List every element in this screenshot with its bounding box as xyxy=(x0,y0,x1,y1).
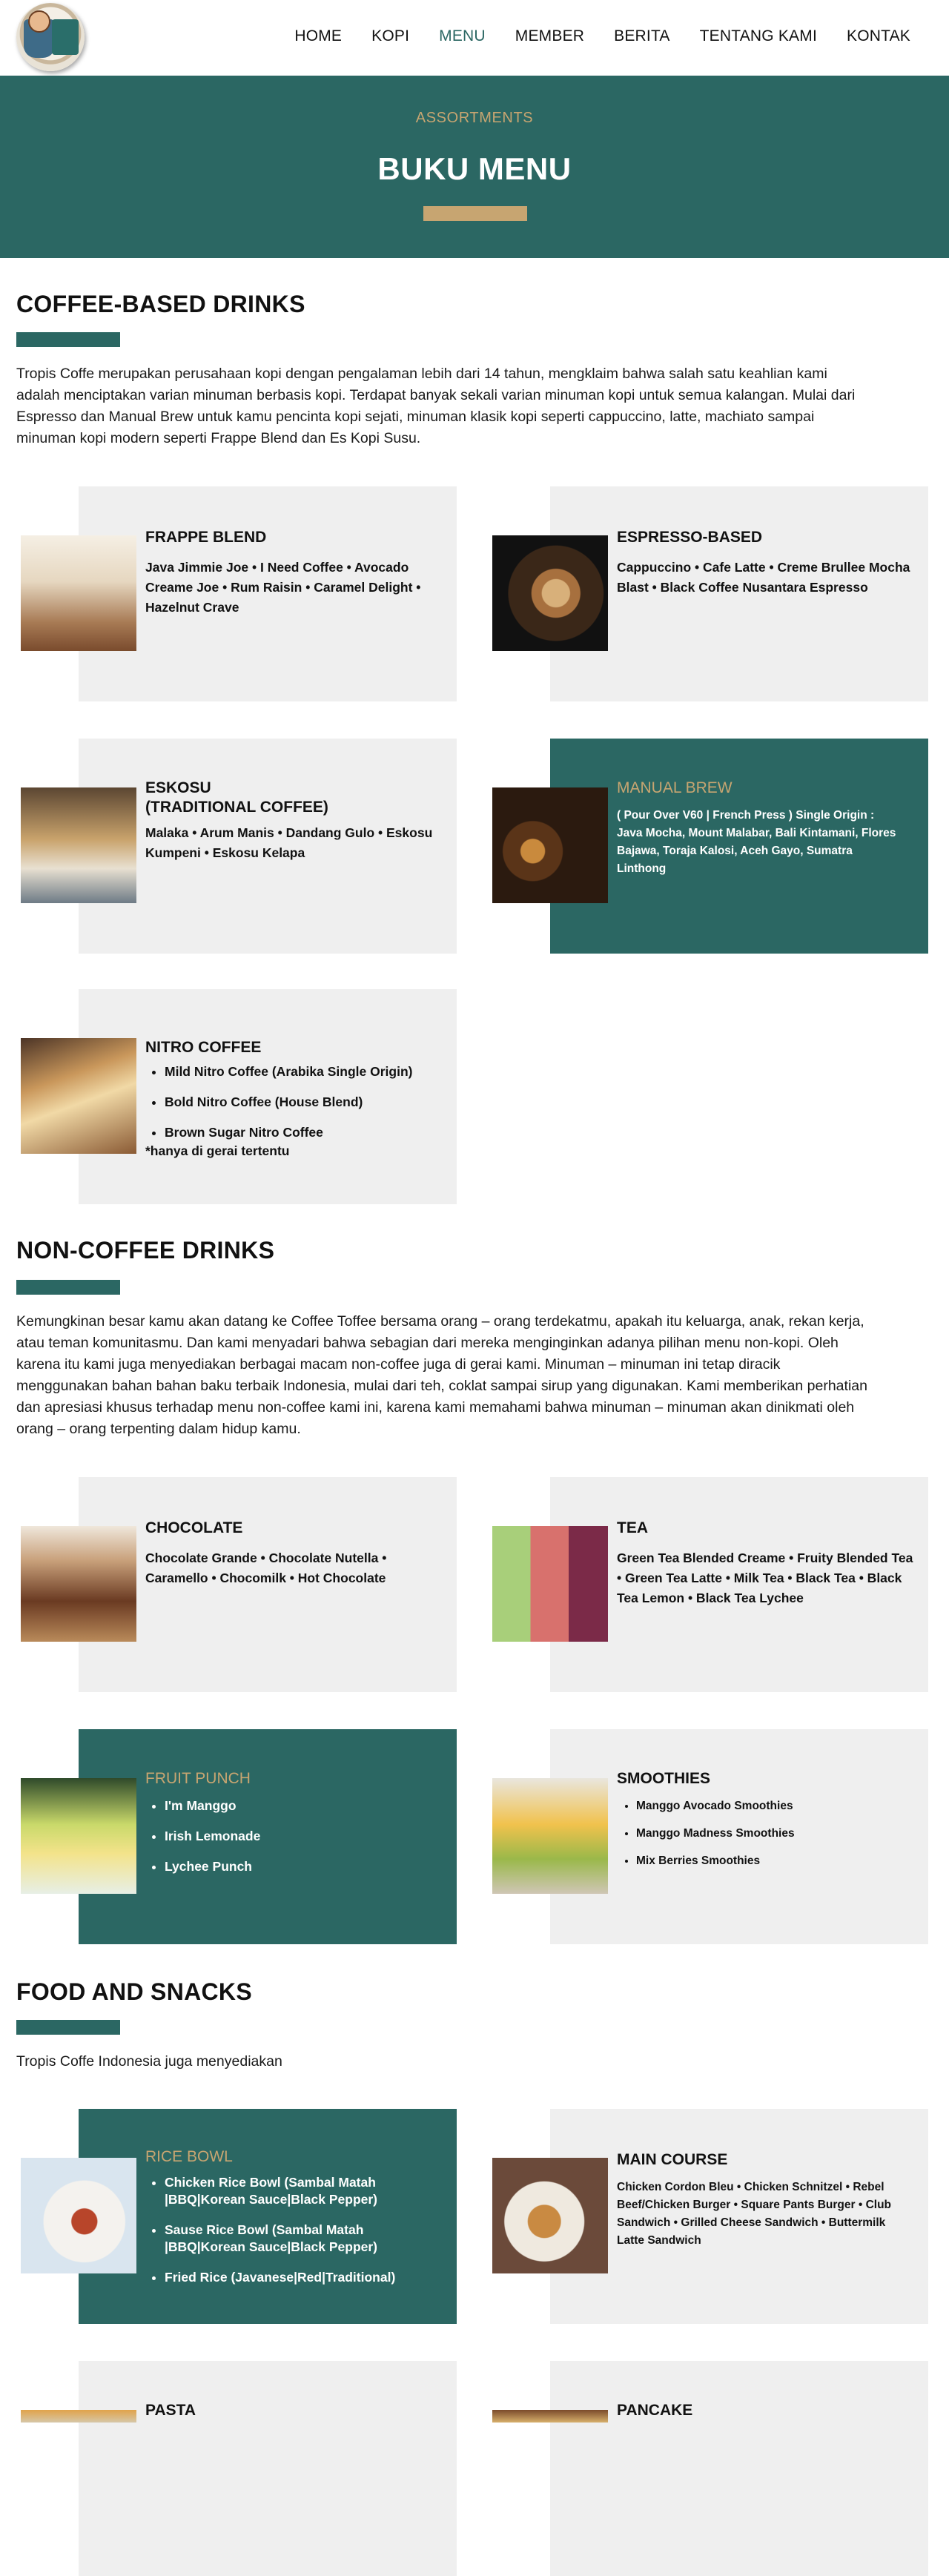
nav-home[interactable]: HOME xyxy=(294,27,342,45)
noncoffee-section-title: NON-COFFEE DRINKS xyxy=(16,1237,275,1264)
card-manual-body: ( Pour Over V60 | French Press ) Single … xyxy=(617,809,896,875)
nav-berita[interactable]: BERITA xyxy=(614,27,670,45)
rice-list: Chicken Rice Bowl (Sambal Matah |BBQ|Kor… xyxy=(145,2174,434,2286)
nav-member[interactable]: MEMBER xyxy=(515,27,584,45)
logo-badge xyxy=(52,19,79,55)
card-punch-title: FRUIT PUNCH xyxy=(145,1770,251,1787)
card-frappe-title: FRAPPE BLEND xyxy=(145,529,267,546)
smoothies-item: Mix Berries Smoothies xyxy=(636,1852,913,1869)
nitro-note: *hanya di gerai tertentu xyxy=(145,1143,290,1158)
smoothies-item: Manggo Avocado Smoothies xyxy=(636,1797,913,1814)
punch-item: Irish Lemonade xyxy=(165,1828,427,1845)
rice-item: Sause Rice Bowl (Sambal Matah |BBQ|Korea… xyxy=(165,2222,434,2256)
card-eskosu-body: Malaka • Arum Manis • Dandang Gulo • Esk… xyxy=(145,825,433,860)
card-pasta-title: PASTA xyxy=(145,2402,196,2419)
pasta-image xyxy=(21,2410,136,2423)
food-section-rule xyxy=(16,2020,120,2035)
card-eskosu-title: ESKOSU (TRADITIONAL COFFEE) xyxy=(145,779,328,817)
frappe-blend-image xyxy=(21,535,136,651)
nav-kopi[interactable]: KOPI xyxy=(371,27,409,45)
card-pancake-title: PANCAKE xyxy=(617,2402,693,2419)
punch-item: Lychee Punch xyxy=(165,1858,427,1875)
nitro-item: Bold Nitro Coffee (House Blend) xyxy=(165,1094,457,1111)
card-espresso-body: Cappuccino • Cafe Latte • Creme Brullee … xyxy=(617,560,910,595)
noncoffee-section-rule xyxy=(16,1280,120,1295)
coffee-section-rule xyxy=(16,332,120,347)
espresso-image xyxy=(492,535,608,651)
card-smoothies-body: Manggo Avocado Smoothies Manggo Madness … xyxy=(617,1797,913,1880)
page-title: BUKU MENU xyxy=(377,151,572,186)
card-chocolate-title: CHOCOLATE xyxy=(145,1519,243,1536)
punch-item: I'm Manggo xyxy=(165,1797,427,1814)
nav-kontak[interactable]: KONTAK xyxy=(847,27,910,45)
card-main-title: MAIN COURSE xyxy=(617,2151,728,2168)
coffee-section-title: COFFEE-BASED DRINKS xyxy=(16,291,305,317)
smoothies-list: Manggo Avocado Smoothies Manggo Madness … xyxy=(617,1797,913,1869)
card-chocolate-body: Chocolate Grande • Chocolate Nutella • C… xyxy=(145,1550,387,1585)
page: HOME KOPI MENU MEMBER BERITA TENTANG KAM… xyxy=(0,0,949,2576)
smoothies-item: Manggo Madness Smoothies xyxy=(636,1825,913,1842)
nitro-item: Brown Sugar Nitro Coffee xyxy=(165,1124,457,1141)
smoothies-image xyxy=(492,1778,608,1894)
card-espresso-title: ESPRESSO-BASED xyxy=(617,529,763,546)
noncoffee-section-intro: Kemungkinan besar kamu akan datang ke Co… xyxy=(16,1313,867,1437)
logo-mascot-face xyxy=(28,10,50,33)
rice-bowl-image xyxy=(21,2158,136,2273)
main-nav: HOME KOPI MENU MEMBER BERITA TENTANG KAM… xyxy=(265,27,910,45)
card-punch-body: I'm Manggo Irish Lemonade Lychee Punch xyxy=(145,1797,427,1889)
hero-banner: ASSORTMENTS BUKU MENU xyxy=(0,76,949,258)
card-main-body: Chicken Cordon Bleu • Chicken Schnitzel … xyxy=(617,2181,892,2247)
coffee-section-intro: Tropis Coffe merupakan perusahaan kopi d… xyxy=(16,366,856,446)
site-header: HOME KOPI MENU MEMBER BERITA TENTANG KAM… xyxy=(0,0,949,76)
food-section-intro: Tropis Coffe Indonesia juga menyediakan xyxy=(16,2053,282,2070)
pancake-image xyxy=(492,2410,608,2423)
nav-menu[interactable]: MENU xyxy=(439,27,486,45)
card-rice-title: RICE BOWL xyxy=(145,2148,233,2165)
card-smoothies-title: SMOOTHIES xyxy=(617,1770,711,1787)
card-pancake xyxy=(550,2361,928,2576)
card-manual-title: MANUAL BREW xyxy=(617,779,733,796)
hero-accent-bar xyxy=(423,206,527,221)
card-nitro-body: Mild Nitro Coffee (Arabika Single Origin… xyxy=(145,1063,457,1161)
nitro-list: Mild Nitro Coffee (Arabika Single Origin… xyxy=(145,1063,457,1141)
hero-eyebrow: ASSORTMENTS xyxy=(415,110,534,126)
rice-item: Fried Rice (Javanese|Red|Traditional) xyxy=(165,2269,434,2286)
card-nitro-title: NITRO COFFEE xyxy=(145,1039,262,1056)
card-tea-title: TEA xyxy=(617,1519,648,1536)
brand-logo[interactable] xyxy=(16,3,85,71)
chocolate-image xyxy=(21,1526,136,1642)
card-eskosu-title-line1: ESKOSU xyxy=(145,779,211,796)
eskosu-image xyxy=(21,787,136,903)
card-pasta xyxy=(79,2361,457,2576)
rice-item: Chicken Rice Bowl (Sambal Matah |BBQ|Kor… xyxy=(165,2174,434,2208)
nav-tentang-kami[interactable]: TENTANG KAMI xyxy=(700,27,817,45)
nitro-item: Mild Nitro Coffee (Arabika Single Origin… xyxy=(165,1063,457,1080)
punch-list: I'm Manggo Irish Lemonade Lychee Punch xyxy=(145,1797,427,1875)
card-rice-body: Chicken Rice Bowl (Sambal Matah |BBQ|Kor… xyxy=(145,2174,434,2299)
food-section-title: FOOD AND SNACKS xyxy=(16,1978,252,2005)
card-frappe-body: Java Jimmie Joe • I Need Coffee • Avocad… xyxy=(145,560,421,615)
card-tea-body: Green Tea Blended Creame • Fruity Blende… xyxy=(617,1550,913,1605)
nitro-coffee-image xyxy=(21,1038,136,1154)
tea-image xyxy=(492,1526,608,1642)
manual-brew-image xyxy=(492,787,608,903)
fruit-punch-image xyxy=(21,1778,136,1894)
main-course-image xyxy=(492,2158,608,2273)
card-eskosu-title-line2: (TRADITIONAL COFFEE) xyxy=(145,799,328,816)
